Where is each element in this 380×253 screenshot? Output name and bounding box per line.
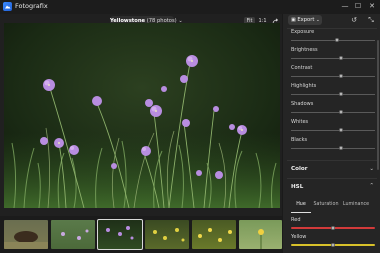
panel-divider xyxy=(287,160,377,161)
title-bar: Fotografix — ☐ ✕ xyxy=(0,0,380,14)
slider-thumb[interactable] xyxy=(331,226,335,230)
filmstrip xyxy=(0,216,282,253)
hsl-section-header[interactable]: HSL xyxy=(291,184,303,190)
export-button[interactable]: ▣ Export ⌄ xyxy=(288,15,322,25)
collapse-icon[interactable]: ⤡ xyxy=(366,15,376,25)
slider-thumb[interactable] xyxy=(339,56,344,60)
active-tab-indicator xyxy=(291,212,311,213)
color-section-header[interactable]: Color xyxy=(291,166,307,172)
panel-divider xyxy=(287,178,377,179)
slider-thumb[interactable] xyxy=(331,243,335,247)
slider-track[interactable] xyxy=(291,40,375,41)
slider-thumb[interactable] xyxy=(339,92,344,96)
hsl-channel-label: Red xyxy=(291,217,301,223)
slider-thumb[interactable] xyxy=(339,128,344,132)
slider-track[interactable] xyxy=(291,94,375,95)
save-icon: ▣ xyxy=(291,17,296,23)
thumbnail-golden-meadow[interactable] xyxy=(192,220,236,249)
slider-thumb[interactable] xyxy=(339,146,344,150)
slider-track[interactable] xyxy=(291,130,375,131)
slider-label: Blacks xyxy=(291,137,308,143)
thumbnail-single-yellow-flower[interactable] xyxy=(239,220,282,249)
hsl-tab-hue[interactable]: Hue xyxy=(291,202,311,207)
slider-thumb[interactable] xyxy=(335,38,340,42)
hsl-tab-saturation[interactable]: Saturation xyxy=(313,202,339,207)
app-logo-icon xyxy=(3,2,12,11)
panel-scrollbar[interactable] xyxy=(377,40,379,170)
app-title: Fotografix xyxy=(15,2,48,10)
thumbnail-yellow-wildflowers[interactable] xyxy=(145,220,189,249)
thumbnail-meadow-flowers[interactable] xyxy=(51,220,95,249)
maximize-button[interactable]: ☐ xyxy=(352,1,364,12)
slider-track[interactable] xyxy=(291,58,375,59)
slider-thumb[interactable] xyxy=(339,74,344,78)
hsl-channel-label: Yellow xyxy=(291,234,307,240)
slider-thumb[interactable] xyxy=(339,110,344,114)
slider-label: Whites xyxy=(291,119,309,125)
minimize-button[interactable]: — xyxy=(339,1,351,12)
slider-label: Contrast xyxy=(291,65,313,71)
slider-track[interactable] xyxy=(291,112,375,113)
thumbnail-bison[interactable] xyxy=(4,220,48,249)
hsl-tab-luminance[interactable]: Luminance xyxy=(341,202,371,207)
slider-label: Shadows xyxy=(291,101,314,107)
export-label: Export xyxy=(297,17,315,23)
close-button[interactable]: ✕ xyxy=(366,1,378,12)
chevron-up-icon[interactable]: ⌃ xyxy=(369,183,374,189)
chevron-down-icon[interactable]: ⌄ xyxy=(369,166,374,172)
thumbnail-purple-wildflowers[interactable] xyxy=(97,219,143,250)
slider-label: Highlights xyxy=(291,83,317,89)
slider-label: Brightness xyxy=(291,47,318,53)
chevron-down-icon: ⌄ xyxy=(316,18,320,23)
slider-track[interactable] xyxy=(291,76,375,77)
history-icon[interactable]: ↺ xyxy=(349,15,359,25)
main-photo[interactable] xyxy=(4,23,280,208)
slider-track[interactable] xyxy=(291,148,375,149)
edit-panel: ▣ Export ⌄ ↺ ⤡ Exposure Brightness Contras… xyxy=(282,14,380,253)
slider-label: Exposure xyxy=(291,29,315,35)
